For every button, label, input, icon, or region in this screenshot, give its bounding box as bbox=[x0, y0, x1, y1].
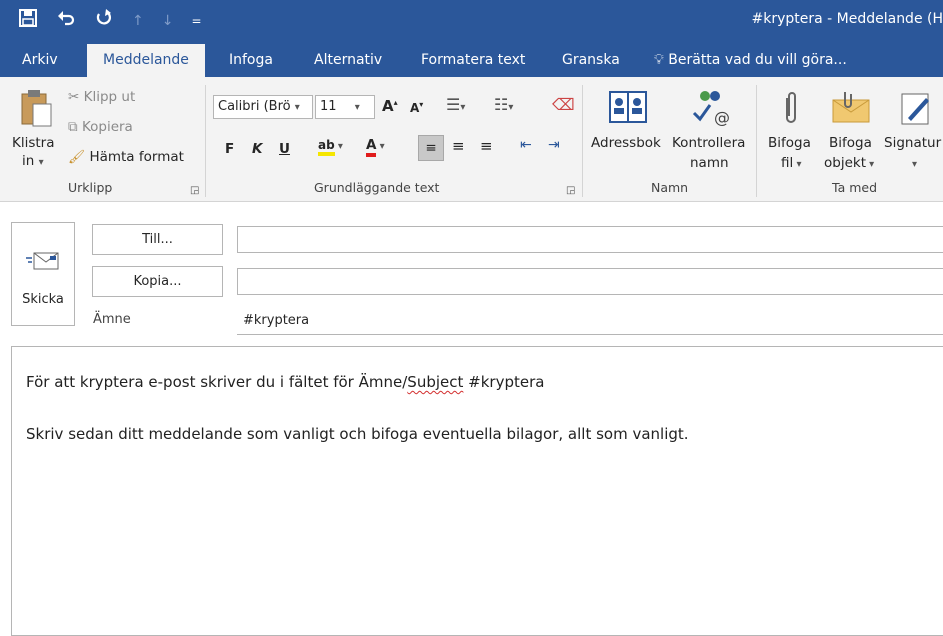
font-color-icon[interactable]: A ▾ bbox=[366, 137, 385, 157]
send-envelope-icon bbox=[26, 249, 60, 273]
up-icon[interactable]: ↑ bbox=[132, 10, 144, 32]
tab-formatera-text[interactable]: Formatera text bbox=[421, 39, 525, 77]
underline-button[interactable]: U bbox=[279, 141, 290, 157]
address-book-icon[interactable] bbox=[606, 89, 650, 125]
title-bar: ↑ ↓ = #kryptera - Meddelande (H bbox=[0, 0, 943, 39]
numbering-icon[interactable]: ☷▾ bbox=[494, 95, 513, 114]
bullets-icon[interactable]: ☰▾ bbox=[446, 95, 465, 114]
down-icon[interactable]: ↓ bbox=[162, 10, 174, 32]
attach-item-label[interactable]: Bifoga bbox=[829, 135, 872, 151]
window-title: #kryptera - Meddelande (H bbox=[751, 11, 943, 27]
names-group-label: Namn bbox=[651, 180, 689, 195]
dialog-launcher-icon[interactable]: ◲ bbox=[190, 185, 199, 196]
paste-label[interactable]: Klistra bbox=[12, 135, 55, 151]
svg-text:@: @ bbox=[714, 108, 730, 127]
paperclip-icon[interactable] bbox=[776, 89, 806, 129]
include-group-label: Ta med bbox=[832, 180, 878, 195]
cc-field[interactable] bbox=[237, 268, 943, 295]
increase-indent-icon[interactable]: ⇥ bbox=[548, 137, 560, 153]
tell-me-label: Berätta vad du vill göra... bbox=[668, 52, 847, 68]
ribbon-tabs: Arkiv Meddelande Infoga Alternativ Forma… bbox=[0, 39, 943, 77]
scissors-icon: ✂︎ bbox=[68, 89, 80, 105]
cut-button[interactable]: ✂︎ Klipp ut bbox=[68, 89, 135, 105]
to-button[interactable]: Till... bbox=[92, 224, 223, 255]
clipboard-group-label: Urklipp bbox=[68, 180, 113, 195]
send-label: Skicka bbox=[22, 292, 64, 307]
attach-file-label-2[interactable]: fil ▾ bbox=[781, 155, 801, 171]
subject-field[interactable]: #kryptera bbox=[237, 308, 943, 335]
lightbulb-icon: 💡︎ bbox=[654, 52, 664, 68]
quick-access-toolbar: ↑ ↓ = bbox=[18, 8, 220, 34]
shrink-font-icon[interactable]: A▾ bbox=[410, 100, 423, 115]
chevron-down-icon: ▾ bbox=[38, 157, 44, 168]
message-line-1: För att kryptera e-post skriver du i fäl… bbox=[26, 373, 545, 391]
compose-header: Skicka Till... Kopia... Ämne #kryptera bbox=[0, 202, 943, 340]
to-field[interactable] bbox=[237, 226, 943, 253]
signature-label[interactable]: Signatur bbox=[884, 135, 941, 151]
align-left-icon[interactable]: ≡ bbox=[418, 135, 444, 161]
paste-label-2[interactable]: in ▾ bbox=[22, 153, 44, 169]
subject-label: Ämne bbox=[93, 312, 131, 327]
brush-icon: 🖌︎ bbox=[68, 149, 86, 165]
save-icon[interactable] bbox=[18, 8, 38, 34]
group-separator bbox=[582, 85, 583, 197]
grow-font-icon[interactable]: A▴ bbox=[382, 97, 398, 115]
attach-file-label[interactable]: Bifoga bbox=[768, 135, 811, 151]
bold-button[interactable]: F bbox=[225, 141, 234, 157]
cc-button[interactable]: Kopia... bbox=[92, 266, 223, 297]
send-button[interactable]: Skicka bbox=[11, 222, 75, 326]
tab-alternativ[interactable]: Alternativ bbox=[314, 39, 382, 77]
font-size-dropdown[interactable]: 11 ▾ bbox=[315, 95, 375, 119]
attach-item-label-2[interactable]: objekt ▾ bbox=[824, 155, 874, 171]
chevron-down-icon: ▾ bbox=[294, 102, 300, 113]
align-center-icon[interactable]: ≡ bbox=[452, 137, 465, 155]
spellcheck-word[interactable]: Subject bbox=[407, 373, 463, 391]
italic-button[interactable]: K bbox=[252, 141, 262, 157]
chevron-down-icon: ▾ bbox=[354, 102, 360, 113]
tab-arkiv[interactable]: Arkiv bbox=[22, 39, 58, 77]
attach-item-icon[interactable] bbox=[830, 89, 872, 125]
tell-me-box[interactable]: 💡︎ Berätta vad du vill göra... bbox=[654, 39, 847, 77]
copy-button[interactable]: ⧉ Kopiera bbox=[68, 119, 133, 135]
redo-icon[interactable] bbox=[94, 8, 114, 34]
group-separator bbox=[205, 85, 206, 197]
message-body[interactable]: För att kryptera e-post skriver du i fäl… bbox=[11, 346, 943, 636]
align-right-icon[interactable]: ≡ bbox=[480, 137, 493, 155]
dialog-launcher-icon[interactable]: ◲ bbox=[566, 185, 575, 196]
check-names-label[interactable]: Kontrollera bbox=[672, 135, 745, 151]
message-line-2: Skriv sedan ditt meddelande som vanligt … bbox=[26, 425, 689, 443]
paste-icon[interactable] bbox=[18, 87, 54, 129]
group-separator bbox=[756, 85, 757, 197]
undo-icon[interactable] bbox=[56, 8, 76, 34]
format-painter-button[interactable]: 🖌︎ Hämta format bbox=[68, 149, 184, 165]
font-name-dropdown[interactable]: Calibri (Brö ▾ bbox=[213, 95, 313, 119]
basic-text-group-label: Grundläggande text bbox=[314, 180, 440, 195]
check-names-label-2[interactable]: namn bbox=[690, 155, 729, 171]
qat-customize-icon[interactable]: = bbox=[191, 10, 201, 32]
ribbon: Klistra in ▾ ✂︎ Klipp ut ⧉ Kopiera 🖌︎ Hä… bbox=[0, 77, 943, 202]
chevron-down-icon[interactable]: ▾ bbox=[912, 159, 917, 170]
decrease-indent-icon[interactable]: ⇤ bbox=[520, 137, 532, 153]
clear-formatting-icon[interactable]: ⌫ bbox=[552, 95, 575, 114]
address-book-label[interactable]: Adressbok bbox=[591, 135, 661, 151]
tab-infoga[interactable]: Infoga bbox=[229, 39, 273, 77]
copy-icon: ⧉ bbox=[68, 119, 78, 135]
tab-granska[interactable]: Granska bbox=[562, 39, 620, 77]
tab-meddelande[interactable]: Meddelande bbox=[87, 44, 205, 77]
highlight-icon[interactable]: ab ▾ bbox=[318, 137, 343, 156]
check-names-icon[interactable]: @ bbox=[688, 87, 732, 127]
signature-icon[interactable] bbox=[896, 89, 936, 127]
